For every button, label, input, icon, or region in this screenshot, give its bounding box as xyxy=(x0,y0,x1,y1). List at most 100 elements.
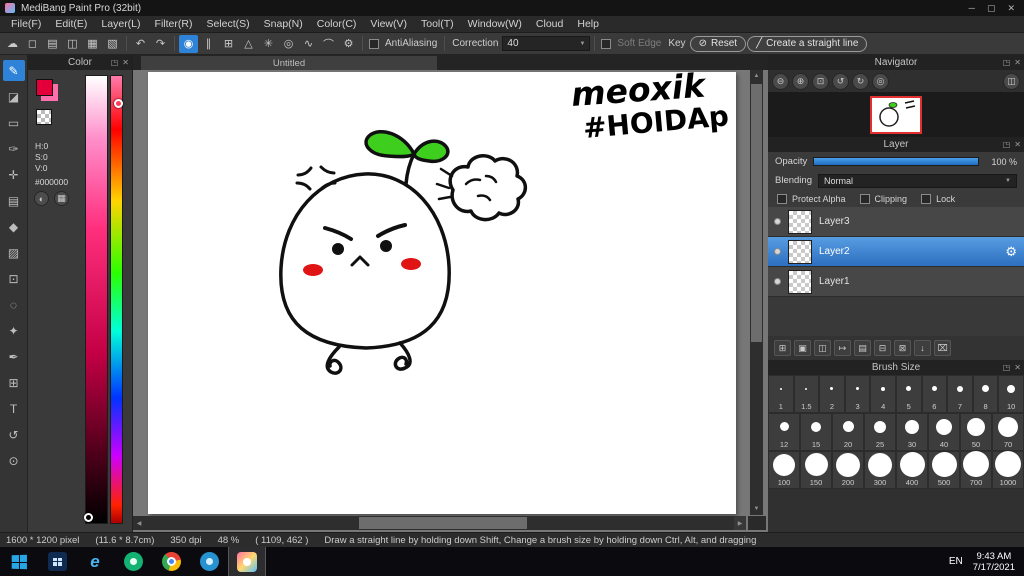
reset-button[interactable]: ⊘ Reset xyxy=(689,35,747,52)
cloud-icon[interactable]: ☁ xyxy=(3,35,22,53)
soft-edge-checkbox[interactable] xyxy=(601,38,612,49)
create-straight-line-button[interactable]: ╱ Create a straight line xyxy=(747,35,868,52)
brush-size-option[interactable]: 1.5 xyxy=(793,375,820,413)
brush-size-option[interactable]: 100 xyxy=(768,451,800,489)
add-folder-icon[interactable]: ▣ xyxy=(794,340,811,356)
snap-off-icon[interactable]: ◉ xyxy=(179,34,198,53)
brush-size-option[interactable]: 150 xyxy=(800,451,832,489)
background-color-swatch[interactable] xyxy=(36,109,52,125)
snap-cross-icon[interactable]: ⊞ xyxy=(219,35,238,53)
delete-layer-icon[interactable]: ⌧ xyxy=(934,340,951,356)
color-wheel-icon[interactable]: ◐ xyxy=(34,191,49,206)
canvas-page[interactable]: meoxik #HOIDAp xyxy=(148,70,736,514)
gear-icon[interactable]: ⚙ xyxy=(1005,244,1017,260)
snap-circle-icon[interactable]: ◎ xyxy=(279,35,298,53)
brush-size-option[interactable]: 70 xyxy=(992,413,1024,451)
transfer-layer-icon[interactable]: ↦ xyxy=(834,340,851,356)
text-tool-icon[interactable]: T xyxy=(3,398,25,419)
menu-snap[interactable]: Snap(N) xyxy=(257,17,310,31)
antialiasing-checkbox[interactable] xyxy=(369,38,379,49)
undo-icon[interactable]: ↶ xyxy=(131,35,150,53)
menu-select[interactable]: Select(S) xyxy=(199,17,256,31)
layer-row-layer3[interactable]: Layer3 xyxy=(768,207,1024,237)
menu-cloud[interactable]: Cloud xyxy=(529,17,570,31)
duplicate-layer-icon[interactable]: ◫ xyxy=(814,340,831,356)
move-layer-down-icon[interactable]: ↓ xyxy=(914,340,931,356)
menu-window[interactable]: Window(W) xyxy=(461,17,529,31)
scroll-right-icon[interactable]: ▶ xyxy=(734,516,746,530)
menu-edit[interactable]: Edit(E) xyxy=(48,17,94,31)
magic-wand-tool-icon[interactable]: ✦ xyxy=(3,320,25,341)
navigator-preview-area[interactable] xyxy=(768,92,1024,137)
document-tab[interactable]: Untitled xyxy=(141,56,437,70)
menu-view[interactable]: View(V) xyxy=(363,17,414,31)
blending-dropdown[interactable]: Normal ▼ xyxy=(817,173,1017,188)
foreground-color-swatch[interactable] xyxy=(36,79,53,96)
zoom-fit-icon[interactable]: ⊡ xyxy=(812,72,829,90)
zoom-in-icon[interactable]: ⊕ xyxy=(792,72,809,90)
eyedropper-tool-icon[interactable]: ⊙ xyxy=(3,450,25,471)
zoom-out-icon[interactable]: ⊖ xyxy=(772,72,789,90)
taskbar-icon-internet-explorer[interactable]: e xyxy=(76,547,114,576)
correction-dropdown[interactable]: 40 ▼ xyxy=(502,36,591,51)
divide-tool-icon[interactable]: ▤ xyxy=(3,190,25,211)
close-icon[interactable]: ✕ xyxy=(1014,363,1021,372)
brush-size-option[interactable]: 8 xyxy=(972,375,999,413)
brush-size-option[interactable]: 5 xyxy=(895,375,922,413)
close-icon[interactable]: ✕ xyxy=(1007,3,1015,14)
brush-size-option[interactable]: 700 xyxy=(960,451,992,489)
brush-size-option[interactable]: 10 xyxy=(998,375,1024,413)
grid-view-icon[interactable]: ▦ xyxy=(83,35,102,53)
scroll-up-icon[interactable]: ▲ xyxy=(750,70,763,82)
redo-icon[interactable]: ↷ xyxy=(151,35,170,53)
rotate-ccw-icon[interactable]: ↺ xyxy=(832,72,849,90)
taskbar-icon-browser[interactable] xyxy=(190,547,228,576)
palette-icon[interactable]: ▦ xyxy=(54,191,69,206)
add-layer-icon[interactable]: ⊞ xyxy=(774,340,791,356)
grid-tool-icon[interactable]: ⊞ xyxy=(3,372,25,393)
menu-layer[interactable]: Layer(L) xyxy=(94,17,147,31)
rotate-cw-icon[interactable]: ↻ xyxy=(852,72,869,90)
popup-icon[interactable]: ◳ xyxy=(111,58,119,67)
brush-size-option[interactable]: 7 xyxy=(947,375,973,413)
taskbar-icon-messenger[interactable] xyxy=(114,547,152,576)
taskbar-clock[interactable]: 9:43 AM 7/17/2021 xyxy=(973,551,1015,573)
layer-visibility-icon[interactable] xyxy=(774,248,781,255)
lock-checkbox[interactable] xyxy=(921,193,932,204)
popup-icon[interactable]: ◳ xyxy=(1003,140,1011,149)
layer-row-layer1[interactable]: Layer1 xyxy=(768,267,1024,297)
snap-settings-icon[interactable]: ⚙ xyxy=(339,35,358,53)
brush-size-option[interactable]: 25 xyxy=(864,413,896,451)
horizontal-scroll-thumb[interactable] xyxy=(359,517,527,529)
layer-visibility-icon[interactable] xyxy=(774,218,781,225)
new-canvas-icon[interactable]: ◻ xyxy=(23,35,42,53)
gradient-tool-icon[interactable]: ▨ xyxy=(3,242,25,263)
menu-filter[interactable]: Filter(R) xyxy=(148,17,200,31)
menu-help[interactable]: Help xyxy=(570,17,606,31)
start-button[interactable] xyxy=(0,547,38,576)
taskbar-icon-medibang[interactable] xyxy=(228,547,266,576)
layer-visibility-icon[interactable] xyxy=(774,278,781,285)
navigator-thumbnail[interactable] xyxy=(870,95,922,134)
taskbar-icon-windows-app[interactable] xyxy=(38,547,76,576)
merge-layer-icon[interactable]: ⊟ xyxy=(874,340,891,356)
brush-size-option[interactable]: 6 xyxy=(921,375,948,413)
scroll-left-icon[interactable]: ◀ xyxy=(133,516,145,530)
brush-size-option[interactable]: 40 xyxy=(928,413,960,451)
close-icon[interactable]: ✕ xyxy=(1014,140,1021,149)
reset-view-icon[interactable]: ◎ xyxy=(872,72,889,90)
hue-gradient-bar[interactable] xyxy=(110,75,123,524)
menu-file[interactable]: File(F) xyxy=(4,17,48,31)
save-icon[interactable]: ◫ xyxy=(63,35,82,53)
language-indicator[interactable]: EN xyxy=(949,556,963,567)
saturation-gradient-bar[interactable] xyxy=(85,75,108,524)
opacity-slider[interactable] xyxy=(813,157,979,166)
brush-size-option[interactable]: 1000 xyxy=(992,451,1024,489)
brush-tool-icon[interactable]: ✑ xyxy=(3,138,25,159)
snap-vanishing-icon[interactable]: △ xyxy=(239,35,258,53)
brush-size-option[interactable]: 500 xyxy=(928,451,960,489)
brush-size-option[interactable]: 20 xyxy=(832,413,864,451)
marquee-tool-icon[interactable]: ▭ xyxy=(3,112,25,133)
rotate-tool-icon[interactable]: ↺ xyxy=(3,424,25,445)
protect-alpha-checkbox[interactable] xyxy=(777,193,787,204)
